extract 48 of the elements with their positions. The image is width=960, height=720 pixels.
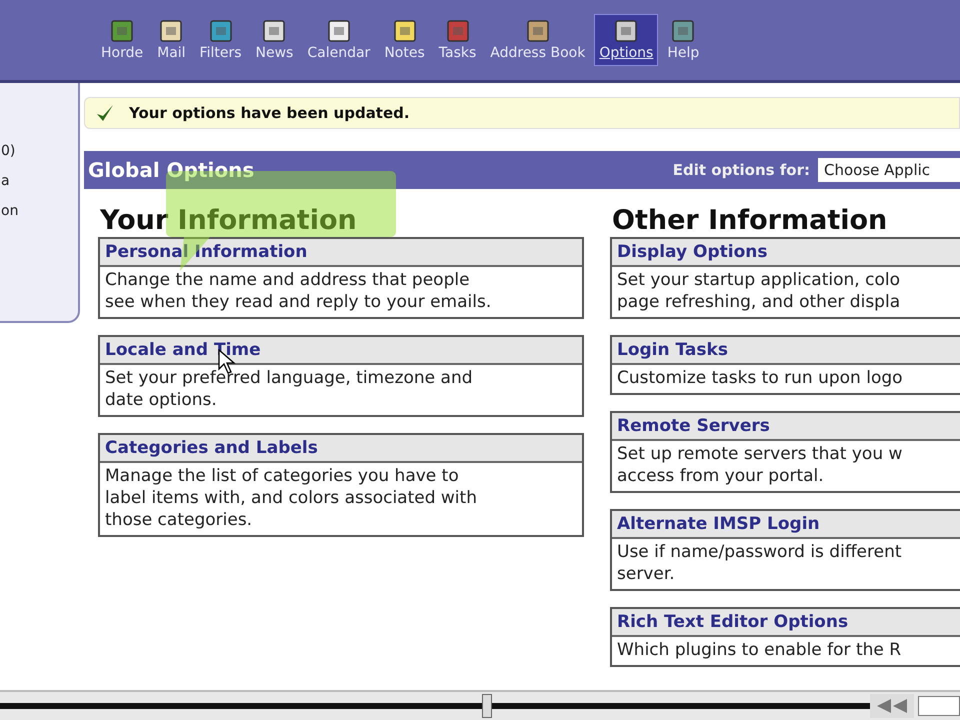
header-title: Global Options: [88, 158, 254, 182]
edit-label: Edit options for:: [672, 161, 810, 179]
option-link[interactable]: Remote Servers: [612, 413, 960, 441]
app-icon: [159, 19, 184, 43]
option-description: Set your preferred language, timezone and date options.: [104, 367, 474, 412]
app-icon: [262, 19, 286, 43]
option-description: Manage the list of categories you have to label items with, and colors associated with those categories.: [104, 465, 478, 532]
nav-tab[interactable]: Tasks: [434, 14, 482, 66]
option-description: Which plugins to enable for the R: [616, 639, 902, 662]
rewind-icon: [877, 699, 907, 713]
app-icon: [326, 19, 351, 43]
option-description: Use if name/password is different server.: [616, 541, 903, 586]
option-description: Change the name and address that people see when they read and reply to your emails.: [104, 269, 492, 314]
sidebar-item[interactable]: a: [1, 173, 10, 189]
option-description: Set up remote servers that you w access from your portal.: [616, 443, 904, 488]
sidebar-item[interactable]: 0): [1, 143, 16, 159]
app-icon: [392, 19, 417, 43]
nav-tab[interactable]: News: [250, 14, 298, 66]
app-icon: [446, 19, 470, 43]
option-link[interactable]: Categories and Labels: [100, 435, 582, 463]
nav-tab[interactable]: Options: [594, 14, 658, 66]
nav-tab[interactable]: Notes: [379, 14, 430, 66]
option-link[interactable]: Rich Text Editor Options: [612, 609, 960, 637]
nav-tab[interactable]: Horde: [96, 14, 148, 66]
sidebar-item[interactable]: on: [1, 203, 18, 219]
seek-thumb[interactable]: [482, 694, 492, 718]
nav-tab[interactable]: Filters: [194, 14, 247, 66]
column-title: Your Information: [100, 207, 358, 237]
option-description: Set your startup application, colo page refreshing, and other displa: [616, 269, 902, 314]
app-icon: [110, 19, 134, 43]
app-icon: [526, 19, 550, 43]
option-link[interactable]: Personal Information: [100, 239, 582, 267]
app-icon: [208, 19, 233, 43]
option-link[interactable]: Login Tasks: [612, 337, 960, 365]
notification-text: Your options have been updated.: [129, 104, 410, 122]
nav-tab[interactable]: Address Book: [485, 14, 590, 66]
app-icon: [671, 19, 696, 43]
application-select[interactable]: Choose Applic: [818, 158, 960, 182]
option-description: Customize tasks to run upon logo: [616, 367, 904, 390]
column-title: Other Information: [612, 207, 888, 237]
option-link[interactable]: Alternate IMSP Login: [612, 511, 960, 539]
time-field[interactable]: [918, 696, 960, 716]
nav-tab[interactable]: Help: [662, 14, 704, 66]
rewind-button[interactable]: [870, 694, 914, 718]
nav-tab[interactable]: Mail: [152, 14, 191, 66]
nav-tab[interactable]: Calendar: [302, 14, 376, 66]
option-link[interactable]: Display Options: [612, 239, 960, 267]
app-icon: [614, 19, 638, 43]
